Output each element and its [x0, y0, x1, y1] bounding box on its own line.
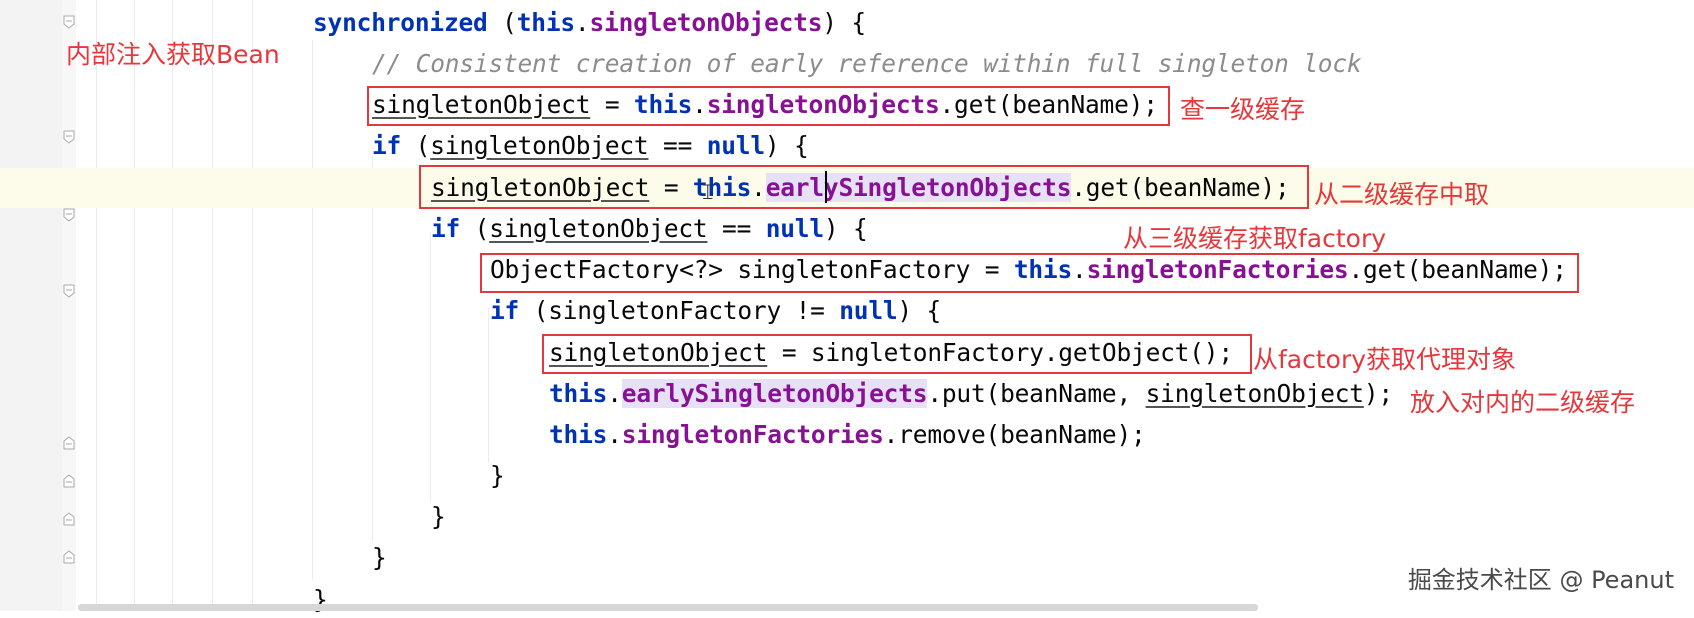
fold-collapse-icon[interactable]	[63, 284, 75, 298]
code-text: .	[607, 420, 622, 449]
annotation-check-level1: 查一级缓存	[1180, 95, 1306, 124]
fold-collapse-icon[interactable]	[63, 15, 75, 29]
indent-guide	[372, 155, 373, 540]
code-text: (	[401, 131, 431, 160]
annotation-box-level2	[419, 165, 1309, 209]
field-name: earlySingletonObjects	[621, 379, 928, 408]
indent-guide	[212, 0, 213, 611]
code-text: ==	[648, 131, 707, 160]
horizontal-scrollbar[interactable]	[78, 604, 1258, 611]
keyword: this	[516, 8, 575, 37]
annotation-inner-inject: 内部注入获取Bean	[66, 40, 280, 69]
annotation-box-level1	[367, 86, 1170, 126]
variable: singletonObject	[489, 214, 708, 243]
code-text: ==	[707, 214, 766, 243]
code-text: );	[1363, 379, 1393, 408]
annotation-box-level3	[480, 253, 1579, 293]
closing-brace: }	[431, 502, 446, 531]
code-text: ) {	[823, 214, 868, 243]
annotation-from-factory: 从factory获取代理对象	[1253, 345, 1517, 374]
code-text: .	[574, 8, 590, 37]
field-name: singletonObjects	[589, 8, 823, 37]
code-text: (	[460, 214, 490, 243]
code-text: .put(beanName,	[927, 379, 1146, 408]
code-line-10[interactable]: this.earlySingletonObjects.put(beanName,…	[549, 376, 1393, 412]
code-text: ) {	[822, 8, 866, 37]
annotation-box-factory	[542, 334, 1252, 374]
indent-guide	[312, 40, 313, 580]
code-line-1[interactable]: synchronized (this.singletonObjects) {	[313, 5, 866, 41]
annotation-from-level2: 从二级缓存中取	[1314, 180, 1490, 209]
code-text: ) {	[897, 296, 942, 325]
code-line-4[interactable]: if (singletonObject == null) {	[372, 128, 809, 164]
annotation-from-level3: 从三级缓存获取factory	[1123, 224, 1387, 253]
keyword: if	[372, 131, 402, 160]
indent-guide	[96, 0, 97, 611]
annotation-put-level2: 放入对内的二级缓存	[1410, 388, 1636, 417]
indent-guide	[134, 0, 135, 611]
code-line-2[interactable]: // Consistent creation of early referenc…	[372, 46, 1362, 82]
line-number-gutter	[0, 0, 62, 611]
keyword: null	[765, 214, 824, 243]
field-name: singletonFactories	[621, 420, 884, 449]
variable: singletonObject	[1145, 379, 1364, 408]
keyword: this	[549, 420, 608, 449]
code-text: .	[607, 379, 622, 408]
fold-end-icon[interactable]	[63, 436, 75, 450]
closing-brace: }	[372, 543, 387, 572]
code-line-11[interactable]: this.singletonFactories.remove(beanName)…	[549, 417, 1146, 453]
code-comment: // Consistent creation of early referenc…	[372, 49, 1362, 78]
fold-end-icon[interactable]	[63, 512, 75, 526]
closing-brace: }	[490, 461, 505, 490]
keyword: null	[706, 131, 765, 160]
keyword: synchronized	[313, 8, 488, 37]
code-line-12[interactable]: }	[490, 458, 505, 494]
code-text: (	[487, 8, 517, 37]
fold-collapse-icon[interactable]	[63, 208, 75, 222]
code-text: (singletonFactory !=	[519, 296, 840, 325]
watermark: 掘金技术社区 @ Peanut	[1407, 566, 1674, 594]
keyword: if	[431, 214, 461, 243]
fold-collapse-icon[interactable]	[63, 130, 75, 144]
keyword: null	[839, 296, 898, 325]
code-line-15[interactable]: }	[313, 582, 328, 618]
fold-end-icon[interactable]	[63, 550, 75, 564]
code-line-13[interactable]: }	[431, 499, 446, 535]
code-text: .remove(beanName);	[883, 420, 1146, 449]
fold-end-icon[interactable]	[63, 474, 75, 488]
indent-guide	[488, 308, 489, 463]
keyword: if	[490, 296, 520, 325]
indent-guide	[172, 0, 173, 611]
keyword: this	[549, 379, 608, 408]
code-line-14[interactable]: }	[372, 540, 387, 576]
code-text: ) {	[764, 131, 809, 160]
code-line-6[interactable]: if (singletonObject == null) {	[431, 211, 868, 247]
indent-guide	[252, 0, 253, 611]
indent-guide	[430, 232, 431, 502]
variable: singletonObject	[430, 131, 649, 160]
code-line-8[interactable]: if (singletonFactory != null) {	[490, 293, 941, 329]
